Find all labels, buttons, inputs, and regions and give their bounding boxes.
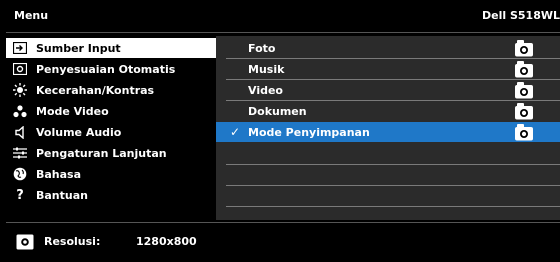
sidebar: Sumber Input Penyesuaian Otomatis Kecera… [6, 36, 216, 220]
sidebar-item-pengaturan-lanjutan[interactable]: Pengaturan Lanjutan [6, 143, 216, 163]
globe-icon [12, 167, 28, 181]
sidebar-item-mode-video[interactable]: Mode Video [6, 101, 216, 121]
brightness-icon [12, 83, 28, 97]
sidebar-item-label: Pengaturan Lanjutan [36, 146, 167, 160]
help-icon: ? [16, 187, 24, 203]
submenu-item-mode-penyimpanan[interactable]: ✓ Mode Penyimpanan [216, 122, 560, 142]
speaker-icon [12, 125, 28, 139]
submenu-item-dokumen[interactable]: Dokumen [216, 101, 560, 121]
submenu-item-musik[interactable]: Musik [216, 59, 560, 79]
sidebar-item-label: Volume Audio [36, 125, 122, 139]
lock-icon [515, 82, 533, 99]
sidebar-item-sumber-input[interactable]: Sumber Input [6, 38, 216, 58]
submenu-item-label: Musik [248, 62, 285, 76]
menu-title: Menu [14, 9, 49, 22]
sidebar-item-kecerahan-kontras[interactable]: Kecerahan/Kontras [6, 80, 216, 100]
submenu-item-label: Foto [248, 41, 276, 55]
submenu-panel: Foto Musik Video Dokumen ✓ Mode Penyimpa… [216, 36, 560, 220]
submenu-item-foto[interactable]: Foto [216, 38, 560, 58]
sidebar-item-bantuan[interactable]: ? Bantuan [6, 185, 216, 205]
sidebar-item-label: Kecerahan/Kontras [36, 83, 155, 97]
sidebar-item-label: Mode Video [36, 104, 109, 118]
sidebar-item-label: Sumber Input [36, 41, 121, 55]
submenu-item-label: Mode Penyimpanan [248, 125, 370, 139]
model-name: Dell S518WL [482, 9, 560, 22]
check-icon: ✓ [230, 125, 241, 139]
row-divider [226, 185, 560, 186]
video-mode-icon [12, 104, 28, 118]
sidebar-item-label: Bantuan [36, 188, 88, 202]
sidebar-item-label: Penyesuaian Otomatis [36, 62, 176, 76]
lock-icon [515, 103, 533, 120]
advanced-settings-icon [12, 146, 28, 160]
header-divider [6, 32, 560, 33]
sidebar-item-penyesuaian-otomatis[interactable]: Penyesuaian Otomatis [6, 59, 216, 79]
submenu-item-label: Video [248, 83, 283, 97]
input-source-icon [12, 41, 28, 55]
lock-icon [515, 61, 533, 78]
resolution-value: 1280x800 [136, 235, 197, 248]
resolution-label: Resolusi: [44, 235, 101, 248]
submenu-item-video[interactable]: Video [216, 80, 560, 100]
lock-icon [515, 40, 533, 57]
sidebar-item-label: Bahasa [36, 167, 82, 181]
row-divider [226, 206, 560, 207]
auto-adjust-icon [12, 62, 28, 76]
submenu-item-label: Dokumen [248, 104, 307, 118]
sidebar-item-volume-audio[interactable]: Volume Audio [6, 122, 216, 142]
row-divider [226, 164, 560, 165]
footer-divider [6, 222, 560, 223]
status-bar: Resolusi: 1280x800 [0, 222, 560, 262]
sidebar-item-bahasa[interactable]: Bahasa [6, 164, 216, 184]
top-bar: Menu Dell S518WL [0, 0, 560, 34]
lock-icon [515, 124, 533, 141]
resolution-icon [16, 234, 34, 250]
